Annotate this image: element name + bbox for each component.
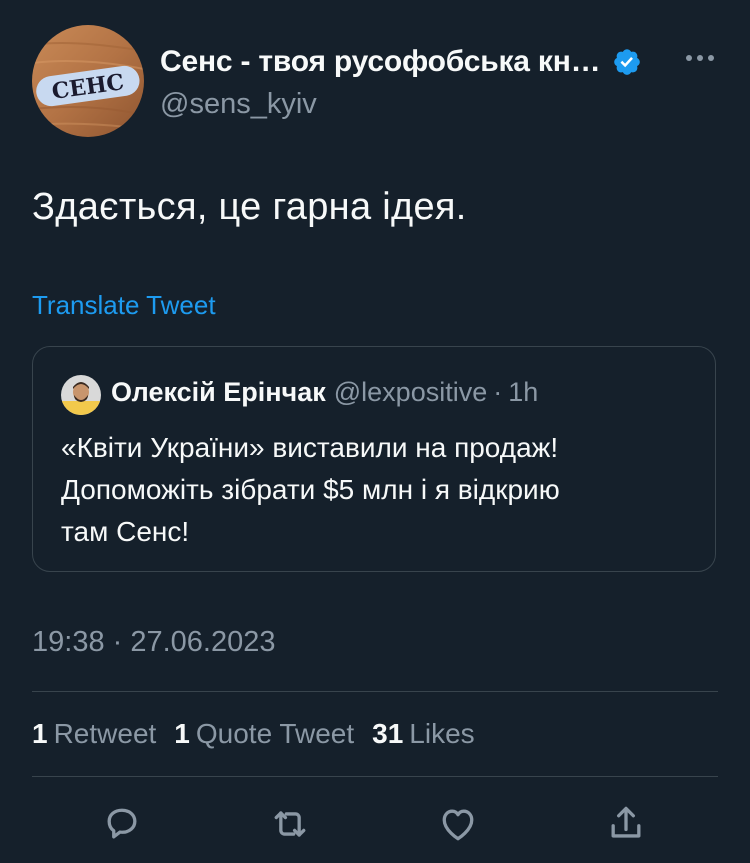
quoted-author-handle[interactable]: @lexpositive <box>334 377 487 407</box>
more-options-icon[interactable] <box>684 48 716 68</box>
quoted-tweet-header: Олексій Ерінчак @lexpositive · 1h <box>111 377 538 408</box>
quoted-author-name[interactable]: Олексій Ерінчак <box>111 377 326 407</box>
author-handle[interactable]: @sens_kyiv <box>160 88 680 121</box>
quoted-tweet-card[interactable]: Олексій Ерінчак @lexpositive · 1h «Квіти Ук… <box>32 346 716 572</box>
action-bar <box>0 802 750 846</box>
retweets-count[interactable]: 1 Retweet <box>32 718 156 750</box>
author-avatar[interactable]: СЕНС <box>32 25 144 137</box>
verified-badge-icon <box>614 49 641 75</box>
author-header: Сенс - твоя русофобська кн… @sens_kyiv <box>160 40 680 121</box>
quoted-author-avatar[interactable] <box>61 375 101 415</box>
quoted-text-line: там Сенс! <box>61 516 190 547</box>
tweet-timestamp[interactable]: 19:38 · 27.06.2023 <box>32 626 275 659</box>
divider <box>32 776 718 777</box>
divider <box>32 691 718 692</box>
quoted-text-line: «Квіти України» виставили на продаж! <box>61 432 559 463</box>
tweet-text: Здається, це гарна ідея. <box>32 186 467 228</box>
like-icon[interactable] <box>436 802 480 846</box>
engagement-stats: 1 Retweet 1 Quote Tweet 31 Likes <box>32 718 475 750</box>
likes-count[interactable]: 31 Likes <box>372 718 475 750</box>
translate-tweet-link[interactable]: Translate Tweet <box>32 290 216 321</box>
reply-icon[interactable] <box>100 802 144 846</box>
tweet-detail: СЕНС Сенс - твоя русофобська кн… @sens_k… <box>0 0 750 863</box>
quoted-tweet-text: «Квіти України» виставили на продаж! Доп… <box>61 427 701 553</box>
quoted-text-line: Допоможіть зібрати $5 млн і я відкрию <box>61 474 560 505</box>
quoted-tweet-time[interactable]: 1h <box>508 377 538 407</box>
author-name[interactable]: Сенс - твоя русофобська кн… <box>160 45 601 79</box>
share-icon[interactable] <box>604 802 648 846</box>
retweet-icon[interactable] <box>268 802 312 846</box>
quote-tweets-count[interactable]: 1 Quote Tweet <box>174 718 354 750</box>
quoted-separator: · <box>493 377 503 407</box>
